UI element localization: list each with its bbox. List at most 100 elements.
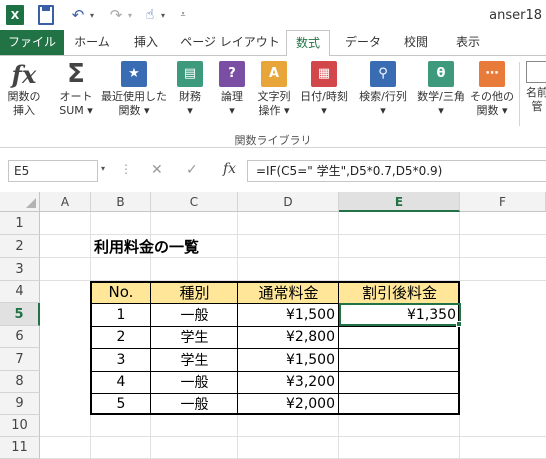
table-cell-no[interactable]: 4 xyxy=(91,371,151,393)
table-cell-discount[interactable] xyxy=(339,326,460,348)
row-header-6[interactable]: 6 xyxy=(0,326,40,348)
customize-qat-icon[interactable]: ⩡ xyxy=(178,5,188,25)
button-label: 関数 ▾ xyxy=(476,104,508,117)
table-cell-discount[interactable] xyxy=(339,371,460,393)
tab-file[interactable]: ファイル xyxy=(0,30,64,55)
lookup-button[interactable]: ⚲ 検索/行列 ▾ xyxy=(354,61,412,118)
touch-mode-icon[interactable]: ☝ xyxy=(143,5,157,25)
column-header-f[interactable]: F xyxy=(460,192,546,212)
row-header-10[interactable]: 10 xyxy=(0,415,40,437)
date-book-icon: ▦ xyxy=(311,61,337,87)
row-header-4[interactable]: 4 xyxy=(0,281,40,303)
table-cell-no[interactable]: 3 xyxy=(91,348,151,371)
resize-dots-icon[interactable]: ⋮ xyxy=(120,162,132,176)
column-header-d[interactable]: D xyxy=(238,192,339,212)
math-book-icon: θ xyxy=(428,61,454,87)
table-cell-price[interactable]: ¥1,500 xyxy=(238,348,339,371)
insert-function-button[interactable]: fx 関数の 挿入 xyxy=(4,60,44,118)
recently-used-button[interactable]: ★ 最近使用した 関数 ▾ xyxy=(98,61,170,118)
table-cell-price[interactable]: ¥2,800 xyxy=(238,326,339,348)
more-book-icon: ⋯ xyxy=(479,61,505,87)
save-icon[interactable] xyxy=(38,5,54,25)
name-manager-button[interactable]: 名前管 xyxy=(522,61,546,114)
date-time-button[interactable]: ▦ 日付/時刻 ▾ xyxy=(296,61,352,118)
name-box-dropdown-icon[interactable]: ▾ xyxy=(101,164,105,173)
fill-handle[interactable] xyxy=(456,321,462,327)
select-all-corner[interactable] xyxy=(0,192,40,212)
table-cell-type[interactable]: 一般 xyxy=(151,371,238,393)
button-label: 日付/時刻 xyxy=(300,90,348,103)
table-cell-type[interactable]: 学生 xyxy=(151,348,238,371)
button-label: 挿入 xyxy=(13,104,35,117)
tab-view[interactable]: 表示 xyxy=(448,30,488,55)
table-cell-discount[interactable] xyxy=(339,393,460,415)
column-header-b[interactable]: B xyxy=(91,192,151,212)
excel-logo[interactable]: X xyxy=(6,5,24,25)
column-header-e[interactable]: E xyxy=(339,192,460,212)
name-manager-icon xyxy=(526,61,546,83)
table-header-type[interactable]: 種別 xyxy=(151,281,238,303)
tab-page-layout[interactable]: ページ レイアウト xyxy=(180,30,280,55)
button-label: 操作 ▾ xyxy=(258,104,290,117)
cancel-icon[interactable]: ✕ xyxy=(151,162,163,178)
table-header-no[interactable]: No. xyxy=(91,281,151,303)
insert-function-icon[interactable]: fx xyxy=(223,161,236,177)
button-label: 関数の xyxy=(7,90,41,103)
row-header-5[interactable]: 5 xyxy=(0,303,40,326)
button-label: 名前 xyxy=(526,86,546,99)
tab-data[interactable]: データ xyxy=(342,30,384,55)
table-cell-type[interactable]: 一般 xyxy=(151,393,238,415)
row-header-11[interactable]: 11 xyxy=(0,437,40,459)
row-header-2[interactable]: 2 xyxy=(0,235,40,258)
button-label: オート xyxy=(59,90,93,103)
enter-icon[interactable]: ✓ xyxy=(186,162,198,178)
undo-dropdown-icon[interactable]: ▾ xyxy=(88,5,96,25)
text-button[interactable]: A 文字列 操作 ▾ xyxy=(252,61,296,118)
logical-button[interactable]: ? 論理 ▾ xyxy=(216,61,248,118)
table-cell-no[interactable]: 5 xyxy=(91,393,151,415)
sheet-title-cell[interactable]: 利用料金の一覧 xyxy=(94,235,199,258)
formula-input[interactable]: =IF(C5=" 学生",D5*0.7,D5*0.9) xyxy=(247,160,546,182)
column-header-c[interactable]: C xyxy=(151,192,238,212)
row-header-8[interactable]: 8 xyxy=(0,371,40,393)
button-label: ▾ xyxy=(187,104,193,117)
column-header-a[interactable]: A xyxy=(40,192,91,212)
table-row-border xyxy=(90,326,460,327)
touch-mode-dropdown-icon[interactable]: ▾ xyxy=(159,5,167,25)
table-header-price[interactable]: 通常料金 xyxy=(238,281,339,303)
tab-formulas[interactable]: 数式 xyxy=(286,30,330,56)
button-label: ▾ xyxy=(321,104,327,117)
tab-review[interactable]: 校閲 xyxy=(396,30,436,55)
button-label: 最近使用した xyxy=(101,90,167,103)
tab-insert[interactable]: 挿入 xyxy=(126,30,166,55)
table-cell-no[interactable]: 1 xyxy=(91,303,151,326)
table-cell-discount[interactable] xyxy=(339,348,460,371)
excel-window: X ↶ ▾ ↷ ▾ ☝ ▾ ⩡ anser18 ファイル ホーム 挿入 ページ … xyxy=(0,0,546,459)
row-header-1[interactable]: 1 xyxy=(0,212,40,235)
redo-icon[interactable]: ↷ xyxy=(108,5,124,25)
row-header-9[interactable]: 9 xyxy=(0,393,40,415)
table-cell-no[interactable]: 2 xyxy=(91,326,151,348)
table-cell-price[interactable]: ¥3,200 xyxy=(238,371,339,393)
table-cell-price[interactable]: ¥1,500 xyxy=(238,303,339,326)
worksheet-grid[interactable]: A B C D E F 1 2 3 4 5 6 7 8 9 10 11 利用料金… xyxy=(0,192,546,459)
table-cell-discount[interactable]: ¥1,350 xyxy=(339,303,460,326)
window-title: anser18 xyxy=(489,8,542,23)
undo-icon[interactable]: ↶ xyxy=(70,5,86,25)
row-header-3[interactable]: 3 xyxy=(0,258,40,281)
table-header-discount[interactable]: 割引後料金 xyxy=(339,281,460,303)
more-functions-button[interactable]: ⋯ その他の 関数 ▾ xyxy=(470,61,514,118)
tab-home[interactable]: ホーム xyxy=(70,30,114,55)
table-col-border xyxy=(237,281,238,415)
table-cell-price[interactable]: ¥2,000 xyxy=(238,393,339,415)
autosum-button[interactable]: Σ オート SUM ▾ xyxy=(54,59,98,118)
table-cell-type[interactable]: 学生 xyxy=(151,326,238,348)
redo-dropdown-icon[interactable]: ▾ xyxy=(126,5,134,25)
math-trig-button[interactable]: θ 数学/三角 ▾ xyxy=(412,61,470,118)
row-header-7[interactable]: 7 xyxy=(0,348,40,371)
logic-book-icon: ? xyxy=(219,61,245,87)
table-cell-type[interactable]: 一般 xyxy=(151,303,238,326)
financial-button[interactable]: ▤ 財務 ▾ xyxy=(174,61,206,118)
button-label: 文字列 xyxy=(257,90,291,103)
name-box[interactable]: E5 xyxy=(8,160,98,182)
